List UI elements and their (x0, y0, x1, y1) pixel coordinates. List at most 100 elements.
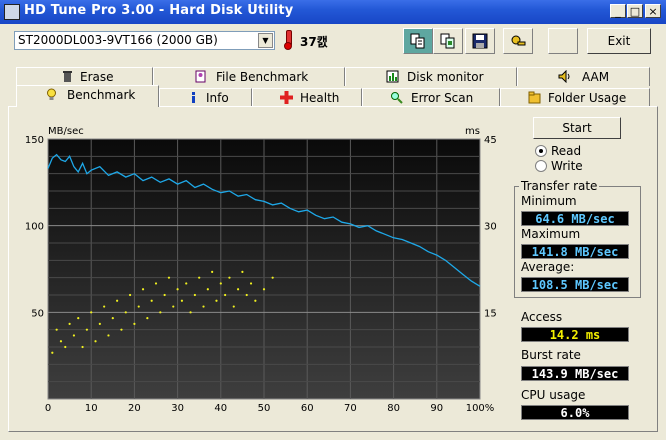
access-time-point (189, 311, 192, 314)
access-value: 14.2 ms (521, 327, 629, 342)
access-time-point (224, 293, 227, 297)
transfer-rate-title: Transfer rate (519, 179, 600, 193)
x-tick-label: 70 (344, 403, 357, 414)
tab-info[interactable]: Info (159, 88, 252, 107)
access-time-point (90, 311, 93, 314)
y2-tick-label: 45 (484, 135, 497, 146)
access-time-point (249, 282, 253, 285)
x-tick-label: 80 (387, 403, 400, 414)
access-time-point (241, 270, 244, 273)
access-time-point (219, 282, 222, 285)
read-radio[interactable] (535, 145, 547, 157)
y-axis-unit-label: MB/sec (48, 126, 84, 137)
minimize-button[interactable]: _ (610, 4, 626, 18)
x-tick-label: 90 (430, 403, 443, 414)
access-time-point (111, 317, 114, 320)
maximum-label: Maximum (521, 227, 581, 241)
access-time-point (245, 293, 248, 297)
access-time-point (167, 276, 171, 279)
access-time-point (185, 282, 188, 285)
x-tick-label: 10 (85, 403, 98, 414)
tab-label: AAM (582, 70, 610, 84)
y-tick-label: 150 (25, 135, 44, 146)
window-title: HD Tune Pro 3.00 - Hard Disk Utility (24, 3, 294, 18)
access-time-point (141, 288, 145, 291)
access-time-point (51, 351, 54, 354)
access-time-point (107, 334, 110, 337)
access-time-point (198, 276, 201, 279)
x-tick-label: 30 (171, 403, 184, 414)
drive-select[interactable]: ST2000DL003-9VT166 (2000 GB) ▼ (14, 31, 275, 50)
x-tick-label: 50 (258, 403, 271, 414)
chevron-down-icon[interactable]: ▼ (258, 33, 273, 48)
minimum-value: 64.6 MB/sec (521, 211, 629, 226)
x-tick-label: 100% (466, 403, 495, 414)
speaker-icon (558, 70, 570, 83)
access-time-point (116, 299, 119, 302)
save-icon (472, 33, 488, 49)
tab-benchmark[interactable]: Benchmark (16, 85, 159, 107)
access-time-point (180, 299, 184, 302)
health-cross-icon (280, 91, 293, 104)
app-icon (4, 4, 20, 20)
close-button[interactable]: × (645, 4, 661, 18)
tab-label: Benchmark (67, 88, 136, 102)
y2-axis-unit-label: ms (465, 126, 480, 137)
title-bar: HD Tune Pro 3.00 - Hard Disk Utility _ □… (0, 0, 666, 24)
benchmark-chart: MB/sec ms 50 100 150 15 30 45 0 10 20 30 40 50 60 70 80 9… (14, 123, 504, 418)
tab-label: Info (206, 91, 229, 105)
write-radio[interactable] (535, 160, 547, 172)
access-time-point (94, 340, 97, 343)
options-button[interactable] (503, 28, 533, 54)
access-time-point (271, 276, 274, 279)
tab-error-scan[interactable]: Error Scan (362, 88, 500, 107)
y-tick-label: 50 (31, 308, 44, 319)
start-button[interactable]: Start (533, 117, 621, 139)
access-time-point (172, 305, 175, 308)
tab-label: Disk monitor (407, 70, 484, 84)
access-time-point (81, 345, 84, 349)
temperature-readout: 37캜 (300, 35, 328, 49)
access-time-point (154, 282, 158, 285)
magnifier-icon (391, 92, 403, 104)
y2-tick-label: 30 (484, 222, 497, 233)
cpu-usage-value: 6.0% (521, 405, 629, 420)
access-time-point (146, 317, 149, 320)
tab-folder-usage[interactable]: Folder Usage (500, 88, 650, 107)
access-time-point (159, 311, 162, 314)
tab-file-benchmark[interactable]: File Benchmark (153, 67, 345, 86)
write-radio-label: Write (551, 159, 583, 173)
tab-aam[interactable]: AAM (517, 67, 650, 86)
blank-toolbar-button[interactable] (548, 28, 578, 54)
options-icon (511, 35, 526, 46)
tab-erase[interactable]: Erase (16, 67, 153, 86)
copy-screenshot-button[interactable] (433, 28, 463, 54)
maximize-button[interactable]: □ (627, 4, 643, 18)
tab-label: Erase (80, 70, 114, 84)
thermometer-icon (284, 30, 292, 50)
average-label: Average: (521, 260, 575, 274)
access-time-point (55, 328, 58, 331)
lightbulb-icon (47, 88, 56, 100)
access-time-point (72, 334, 76, 337)
tab-health[interactable]: Health (252, 88, 362, 107)
tab-disk-monitor[interactable]: Disk monitor (345, 67, 517, 86)
access-time-point (68, 322, 71, 325)
copy-info-icon (410, 33, 425, 49)
access-time-point (262, 288, 266, 291)
exit-button[interactable]: Exit (587, 28, 651, 54)
access-time-point (120, 328, 123, 331)
access-time-point (137, 305, 140, 308)
folder-icon (528, 91, 541, 104)
access-time-point (64, 345, 67, 349)
tab-label: Error Scan (411, 91, 474, 105)
access-time-point (193, 293, 196, 297)
access-time-point (254, 299, 257, 302)
save-button[interactable] (465, 28, 495, 54)
access-time-point (124, 311, 127, 314)
copy-info-button[interactable] (403, 28, 433, 54)
access-time-point (77, 317, 80, 320)
access-label: Access (521, 310, 563, 324)
access-time-point (215, 299, 218, 302)
x-tick-label: 0 (45, 403, 51, 414)
